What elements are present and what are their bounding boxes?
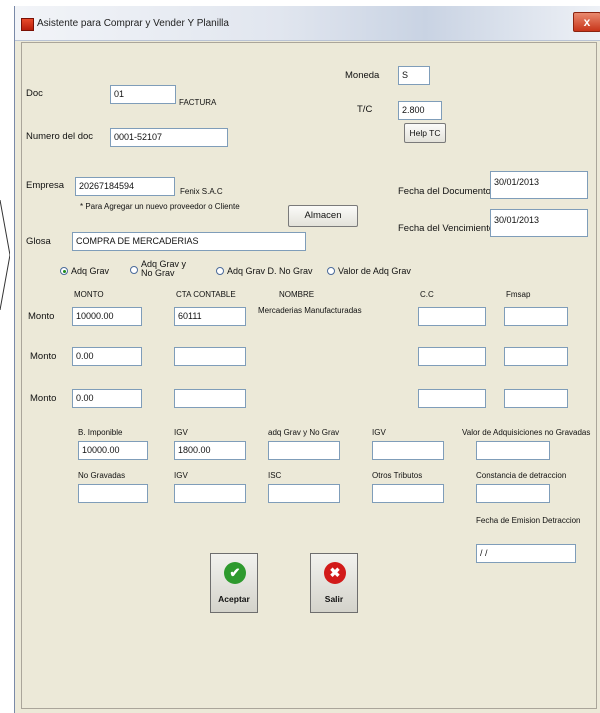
fecha-emision-label: Fecha de Emision Detraccion	[476, 516, 581, 525]
radio-label: Adq Grav	[71, 266, 110, 276]
valor-adq-no-gravadas-input[interactable]	[476, 441, 550, 460]
row1-cta-input[interactable]: 60111	[174, 307, 246, 326]
app-icon	[21, 18, 34, 31]
row2-label: Monto	[30, 351, 57, 362]
fecha-vencimiento-label: Fecha del Vencimiento	[398, 223, 495, 234]
fecha-emision-input[interactable]: / /	[476, 544, 576, 563]
radio-dot	[216, 267, 224, 275]
col-nombre: NOMBRE	[279, 290, 315, 299]
empresa-note: * Para Agregar un nuevo proveedor o Clie…	[80, 202, 240, 211]
radio-adq-grav[interactable]: Adq Grav	[60, 266, 109, 276]
bimponible-input[interactable]: 10000.00	[78, 441, 148, 460]
doc-type-name: FACTURA	[179, 98, 217, 107]
dialog-window: Asistente para Comprar y Vender Y Planil…	[14, 6, 600, 713]
radio-adq-grav-no-grav[interactable]: Adq Grav y No Grav	[130, 260, 186, 278]
form-area: Doc 01 FACTURA Moneda S T/C 2.800 Help T…	[21, 42, 597, 709]
empresa-label: Empresa	[26, 180, 65, 191]
window-title: Asistente para Comprar y Vender Y Planil…	[37, 18, 229, 29]
adq-grav-no-grav-input[interactable]	[268, 441, 340, 460]
tc-label: T/C	[357, 104, 373, 115]
row2-monto-input[interactable]: 0.00	[72, 347, 142, 366]
numero-label: Numero del doc	[26, 131, 94, 142]
row3-monto-input[interactable]: 0.00	[72, 389, 142, 408]
igv3-label: IGV	[174, 471, 188, 480]
igv3-input[interactable]	[174, 484, 246, 503]
row2-fmsap-input[interactable]	[504, 347, 568, 366]
close-button[interactable]: x	[573, 12, 600, 32]
radio-dot	[130, 266, 138, 274]
radio-label: Adq Grav D. No Grav	[227, 266, 313, 276]
row2-cc-input[interactable]	[418, 347, 486, 366]
adq-grav-no-grav-label: adq Grav y No Grav	[268, 428, 340, 437]
check-icon: ✔	[224, 562, 246, 584]
numero-input[interactable]: 0001-52107	[110, 128, 228, 147]
moneda-input[interactable]: S	[398, 66, 430, 85]
salir-label: Salir	[324, 594, 344, 604]
col-cc: C.C	[420, 290, 434, 299]
almacen-button[interactable]: Almacen	[288, 205, 358, 227]
igv2-input[interactable]	[372, 441, 444, 460]
row1-fmsap-input[interactable]	[504, 307, 568, 326]
glosa-label: Glosa	[26, 236, 51, 247]
no-gravadas-input[interactable]	[78, 484, 148, 503]
row3-cta-input[interactable]	[174, 389, 246, 408]
row3-fmsap-input[interactable]	[504, 389, 568, 408]
row3-cc-input[interactable]	[418, 389, 486, 408]
row1-cc-input[interactable]	[418, 307, 486, 326]
radio-label: Adq Grav y No Grav	[141, 259, 187, 278]
isc-label: ISC	[268, 471, 282, 480]
no-gravadas-label: No Gravadas	[78, 471, 126, 480]
left-edge-decoration	[0, 200, 10, 310]
fecha-documento-label: Fecha del Documento	[398, 186, 491, 197]
constancia-input[interactable]	[476, 484, 550, 503]
row1-label: Monto	[28, 311, 55, 322]
aceptar-button[interactable]: ✔ Aceptar	[210, 553, 258, 613]
row3-label: Monto	[30, 393, 57, 404]
otros-tributos-label: Otros Tributos	[372, 471, 423, 480]
radio-adq-grav-d-no-grav[interactable]: Adq Grav D. No Grav	[216, 266, 313, 276]
valor-adq-no-gravadas-label: Valor de Adquisiciones no Gravadas	[462, 428, 591, 437]
col-fmsap: Fmsap	[506, 290, 531, 299]
moneda-label: Moneda	[345, 70, 380, 81]
isc-input[interactable]	[268, 484, 340, 503]
empresa-name: Fenix S.A.C	[180, 187, 223, 196]
radio-dot	[60, 267, 68, 275]
radio-label: Valor de Adq Grav	[338, 266, 411, 276]
tc-input[interactable]: 2.800	[398, 101, 442, 120]
row1-monto-input[interactable]: 10000.00	[72, 307, 142, 326]
col-monto: MONTO	[74, 290, 104, 299]
col-cta-contable: CTA CONTABLE	[176, 290, 236, 299]
radio-dot	[327, 267, 335, 275]
doc-input[interactable]: 01	[110, 85, 176, 104]
row2-cta-input[interactable]	[174, 347, 246, 366]
row1-nombre: Mercaderias Manufacturadas	[258, 306, 362, 315]
igv-input[interactable]: 1800.00	[174, 441, 246, 460]
otros-tributos-input[interactable]	[372, 484, 444, 503]
salir-button[interactable]: ✖ Salir	[310, 553, 358, 613]
bimponible-label: B. Imponible	[78, 428, 123, 437]
constancia-label: Constancia de detraccion	[476, 471, 567, 480]
empresa-input[interactable]: 20267184594	[75, 177, 175, 196]
title-bar[interactable]: Asistente para Comprar y Vender Y Planil…	[15, 6, 600, 41]
fecha-vencimiento-input[interactable]: 30/01/2013	[490, 209, 588, 237]
radio-valor-adq-grav[interactable]: Valor de Adq Grav	[327, 266, 411, 276]
igv2-label: IGV	[372, 428, 386, 437]
help-tc-button[interactable]: Help TC	[404, 123, 446, 143]
doc-label: Doc	[26, 88, 43, 99]
igv-label: IGV	[174, 428, 188, 437]
x-icon: ✖	[324, 562, 346, 584]
aceptar-label: Aceptar	[218, 594, 250, 604]
glosa-input[interactable]: COMPRA DE MERCADERIAS	[72, 232, 306, 251]
fecha-documento-input[interactable]: 30/01/2013	[490, 171, 588, 199]
